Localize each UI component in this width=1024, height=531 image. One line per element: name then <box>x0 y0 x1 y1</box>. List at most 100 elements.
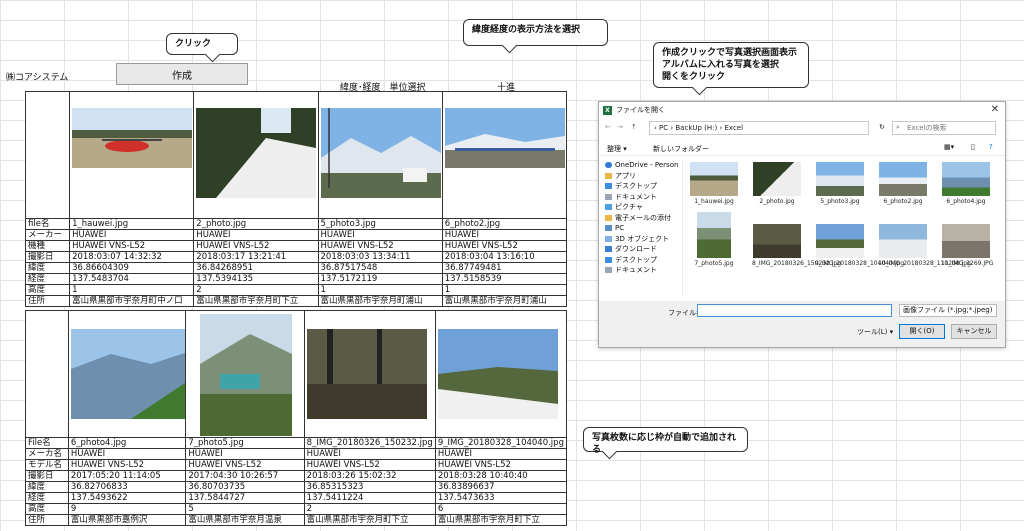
refresh-icon[interactable]: ↻ <box>879 123 885 131</box>
file-item[interactable]: 8_IMG_20180326_150232.jpg <box>752 224 841 267</box>
back-arrow-icon[interactable]: ← <box>605 123 611 131</box>
view-options-icon[interactable]: ▦▾ <box>944 143 954 151</box>
file-item[interactable]: 6_photo4.jpg <box>941 162 991 205</box>
nav-item-3d[interactable]: 3D オブジェクト <box>601 234 682 245</box>
search-input[interactable]: Excelの検索 <box>892 121 996 135</box>
cell: 2_photo.jpg <box>193 218 319 230</box>
cancel-button[interactable]: キャンセル <box>951 324 997 339</box>
nav-label: アプリ <box>615 171 636 180</box>
file-name: 5_photo3.jpg <box>820 198 860 205</box>
table-row: 高度 9 5 2 6 <box>25 503 568 515</box>
open-button[interactable]: 開く(O) <box>899 324 945 339</box>
cell: 2018:03:26 15:02:32 <box>303 470 436 482</box>
table-row: 緯度 36.82706833 36.80703735 36.85315323 36.83… <box>25 481 568 493</box>
nav-item-onedrive[interactable]: OneDrive - Person <box>601 160 682 171</box>
cell: 2018:03:03 13:34:11 <box>317 251 443 263</box>
computer-icon <box>605 225 612 231</box>
photo-cell <box>185 310 305 438</box>
cell: 2018:03:07 14:32:32 <box>69 251 195 263</box>
nav-item-documents[interactable]: ドキュメント <box>601 192 682 203</box>
cell: 36.80703735 <box>185 481 305 493</box>
snow-field-photo <box>437 329 558 419</box>
file-thumbnail <box>816 162 864 196</box>
callout-dialog-note: 作成クリックで写真選択画面表示 アルバムに入れる写真を選択 開くをクリック <box>653 42 809 88</box>
photo-cell <box>303 310 436 438</box>
create-button[interactable]: 作成 <box>116 63 248 85</box>
nav-item-pc[interactable]: PC <box>601 223 682 234</box>
cell: HUAWEI <box>185 448 305 460</box>
file-item[interactable]: 7_photo5.jpg <box>689 212 739 267</box>
search-icon: ⌕ <box>896 123 900 131</box>
nav-item-apps[interactable]: アプリ <box>601 171 682 182</box>
nav-item-pictures[interactable]: ピクチャ <box>601 202 682 213</box>
cell: 137.5411224 <box>303 492 436 504</box>
file-name: 6_photo4.jpg <box>946 198 986 205</box>
label-cell-empty <box>24 91 71 219</box>
nav-label: デスクトップ <box>615 255 657 264</box>
row-label: モデル名 <box>25 459 69 471</box>
excel-icon: X <box>603 105 612 115</box>
cell: 7_photo5.jpg <box>185 437 305 449</box>
file-item[interactable]: 6_photo2.jpg <box>878 162 928 205</box>
photo-cell <box>193 91 319 219</box>
row-label: メーカ名 <box>25 448 69 460</box>
up-arrow-icon[interactable]: ↑ <box>631 123 637 131</box>
cell: HUAWEI VNS-L52 <box>69 240 195 252</box>
cell: 36.86604309 <box>69 262 195 274</box>
cell: 富山県黒部市嘉例沢 <box>67 514 187 526</box>
nav-item-downloads[interactable]: ダウンロード <box>601 244 682 255</box>
preview-pane-icon[interactable]: ▯ <box>971 143 975 151</box>
table-row: 経度 137.5483704 137.5394135 137.5172119 137.5… <box>24 273 568 285</box>
row-label: File名 <box>25 437 69 449</box>
file-item[interactable]: 5_photo3.jpg <box>815 162 865 205</box>
dialog-footer: ファイル名(N): 画像ファイル (*.jpg;*.jpeg) ツール(L) ▾… <box>599 301 1005 347</box>
file-item[interactable]: 2_photo.jpg <box>752 162 802 205</box>
file-item[interactable]: 9_IMG_20180328_104040.jpg <box>815 224 904 267</box>
nav-label: PC <box>615 224 625 232</box>
row-label: 緯度 <box>24 262 71 274</box>
cell: 5_photo3.jpg <box>317 218 443 230</box>
new-folder-button[interactable]: 新しいフォルダー <box>653 144 709 154</box>
nav-label: デスクトップ <box>615 182 657 190</box>
cell: HUAWEI <box>441 229 568 241</box>
nav-item-documents-2[interactable]: ドキュメント <box>601 265 682 276</box>
nav-item-desktop[interactable]: デスクトップ <box>601 181 682 192</box>
forward-arrow-icon[interactable]: → <box>617 123 623 131</box>
cell: HUAWEI <box>303 448 436 460</box>
cell: 5 <box>185 503 305 515</box>
cell: HUAWEI VNS-L52 <box>434 459 568 471</box>
organize-button[interactable]: 整理 ▾ <box>607 144 627 154</box>
table-row: 撮影日 2018:03:07 14:32:32 2018:03:17 13:21:4… <box>24 251 568 263</box>
company-name: ㈱コアシステム <box>6 73 69 83</box>
help-icon[interactable]: ? <box>989 143 993 151</box>
close-icon[interactable]: ✕ <box>991 104 999 115</box>
row-label: 緯度 <box>25 481 69 493</box>
row-label: 高度 <box>24 284 71 296</box>
address-bar[interactable]: › PC › BackUp (H:) › Excel <box>649 121 869 135</box>
filetype-select[interactable]: 画像ファイル (*.jpg;*.jpeg) <box>899 304 997 317</box>
row-label: 機種 <box>24 240 71 252</box>
file-item[interactable]: 1_hauwei.jpg <box>689 162 739 205</box>
cell: 9_IMG_20180328_104040.jpg <box>434 437 568 449</box>
file-thumbnail <box>942 224 990 258</box>
cell: 36.84268951 <box>193 262 319 274</box>
table-2-rows: File名 6_photo4.jpg 7_photo5.jpg 8_IMG_20180… <box>25 437 568 526</box>
download-icon <box>605 246 612 252</box>
cell: 1_hauwei.jpg <box>69 218 195 230</box>
nav-item-desktop-2[interactable]: デスクトップ <box>601 255 682 266</box>
filename-input[interactable] <box>697 304 892 317</box>
row-label: file名 <box>24 218 71 230</box>
callout-note-line-3: 開くをクリック <box>662 72 726 83</box>
photo-table-2: File名 6_photo4.jpg 7_photo5.jpg 8_IMG_20180… <box>25 310 568 526</box>
dialog-title: ファイルを開く <box>616 106 665 114</box>
callout-latlon: 緯度経度の表示方法を選択 <box>463 19 608 46</box>
file-item[interactable]: 11_IMG_1269.JPG <box>941 224 993 267</box>
file-thumbnail <box>753 224 801 258</box>
cell: 137.5394135 <box>193 273 319 285</box>
cell: 137.5493622 <box>67 492 187 504</box>
file-item[interactable]: 10_IMG_20180328_110208.jpg <box>878 224 971 267</box>
row-label: 住所 <box>24 295 71 307</box>
table-row: File名 6_photo4.jpg 7_photo5.jpg 8_IMG_20180… <box>25 437 568 449</box>
nav-item-attachments[interactable]: 電子メールの添付 <box>601 213 682 224</box>
tools-menu[interactable]: ツール(L) ▾ <box>857 327 893 337</box>
